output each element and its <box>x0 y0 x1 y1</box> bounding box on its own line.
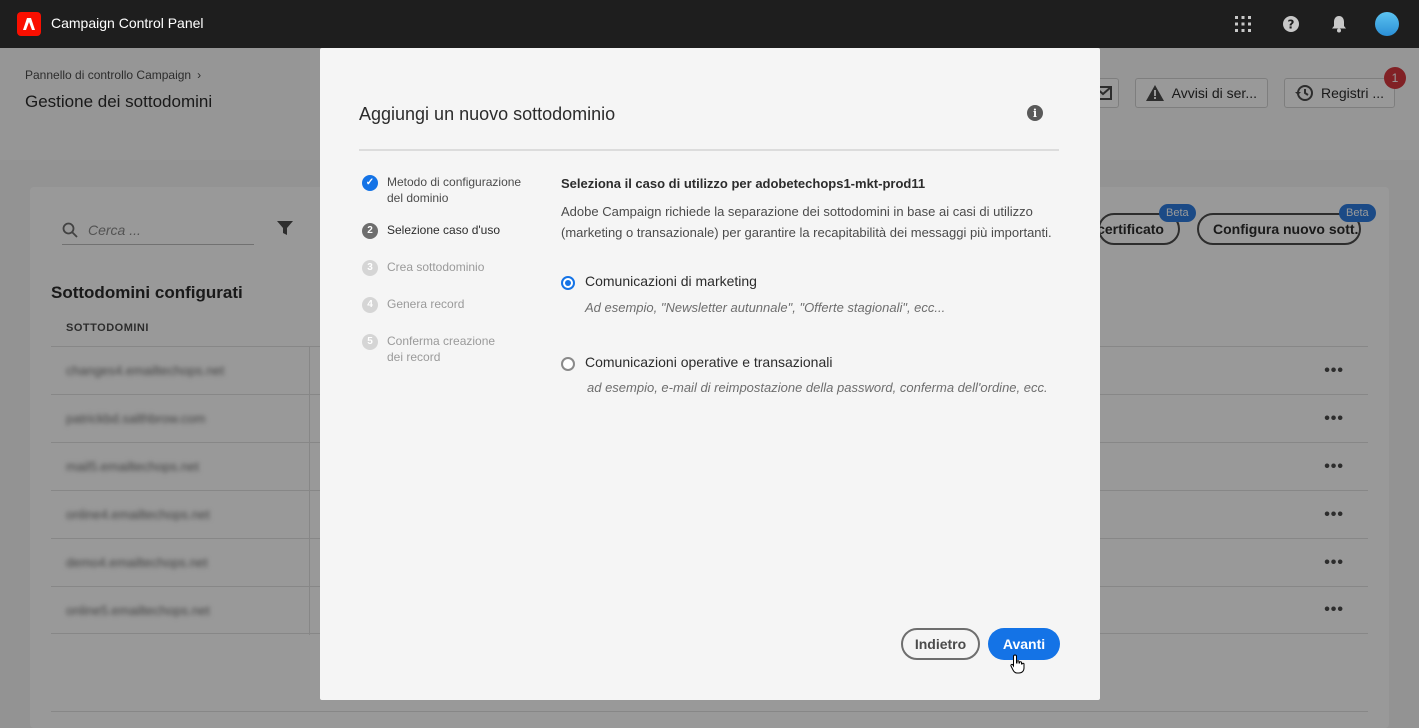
hand-cursor-icon <box>1010 654 1026 679</box>
apps-grid-icon[interactable] <box>1231 12 1255 36</box>
use-case-heading: Seleziona il caso di utilizzo per adobet… <box>561 176 926 191</box>
info-icon[interactable]: i <box>1027 105 1043 121</box>
step-number: 4 <box>362 297 378 313</box>
app-title[interactable]: Campaign Control Panel <box>51 15 204 31</box>
svg-text:?: ? <box>1288 18 1295 32</box>
avatar[interactable] <box>1375 12 1399 36</box>
use-case-description: Adobe Campaign richiede la separazione d… <box>561 204 1052 240</box>
marketing-radio[interactable] <box>561 276 575 290</box>
top-bar: Campaign Control Panel ? <box>0 0 1419 48</box>
step-number: 3 <box>362 260 378 276</box>
step-domain-method[interactable]: ✓ Metodo di configurazione del dominio <box>362 174 532 206</box>
step-use-case[interactable]: 2 Selezione caso d'uso <box>362 222 532 239</box>
use-case-panel: Seleziona il caso di utilizzo per adobet… <box>561 176 1061 395</box>
marketing-label[interactable]: Comunicazioni di marketing <box>585 273 757 289</box>
modal-title: Aggiungi un nuovo sottodominio <box>359 104 616 124</box>
transactional-label[interactable]: Comunicazioni operative e transazionali <box>585 354 832 370</box>
step-label: Metodo di configurazione del dominio <box>387 175 522 205</box>
transactional-hint: ad esempio, e-mail di reimpostazione del… <box>587 380 1048 395</box>
transactional-option[interactable]: Comunicazioni operative e transazionali <box>561 354 832 371</box>
step-number: 2 <box>362 223 378 239</box>
modal-divider <box>359 149 1059 151</box>
step-create-subdomain: 3 Crea sottodominio <box>362 259 532 276</box>
marketing-hint: Ad esempio, "Newsletter autunnale", "Off… <box>585 300 946 315</box>
step-label: Genera record <box>387 297 465 311</box>
step-label: Conferma creazione dei record <box>387 334 496 364</box>
step-label: Crea sottodominio <box>387 260 485 274</box>
step-number: 5 <box>362 334 378 350</box>
checkmark-icon: ✓ <box>362 175 378 191</box>
step-generate-records: 4 Genera record <box>362 296 532 313</box>
marketing-option[interactable]: Comunicazioni di marketing <box>561 273 757 290</box>
transactional-radio[interactable] <box>561 357 575 371</box>
step-confirm-records: 5 Conferma creazione dei record <box>362 333 512 365</box>
bell-icon[interactable] <box>1327 12 1351 36</box>
wizard-steps: ✓ Metodo di configurazione del dominio 2… <box>362 174 532 365</box>
add-subdomain-modal: Aggiungi un nuovo sottodominio i ✓ Metod… <box>320 48 1100 700</box>
back-button[interactable]: Indietro <box>901 628 980 660</box>
help-icon[interactable]: ? <box>1279 12 1303 36</box>
step-label: Selezione caso d'uso <box>387 223 501 237</box>
adobe-logo-icon[interactable] <box>17 12 41 36</box>
